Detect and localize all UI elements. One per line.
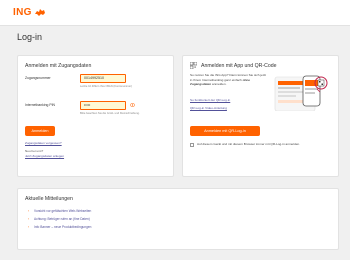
lion-icon — [34, 9, 45, 16]
phone-qr-illustration — [274, 75, 328, 111]
news-item[interactable]: Achtung: Betrüger rufen an (fine Daten) — [34, 217, 90, 221]
qr-how-it-works-link[interactable]: So funktioniert der QR-Log-in — [190, 98, 230, 102]
logo-text: ING — [13, 7, 32, 18]
new-customer-label: Neu bei uns? — [25, 149, 44, 153]
forgot-credentials-link[interactable]: Zugangsdaten vergessen? — [25, 141, 62, 145]
qr-login-card: Anmelden mit App und QR-Code So nutzen S… — [182, 55, 339, 177]
pin-input[interactable]: ••••• — [80, 101, 126, 110]
qr-description-part-1: So nutzen Sie die ING App? Dann können S… — [190, 73, 267, 82]
arrow-right-icon: › — [28, 225, 30, 229]
account-input[interactable]: 0014992510 — [80, 74, 126, 83]
login-button[interactable]: Anmelden — [25, 126, 55, 136]
qr-description: So nutzen Sie die ING App? Dann können S… — [190, 73, 266, 87]
news-card-title: Aktuelle Mitteilungen — [25, 196, 73, 202]
news-item[interactable]: Info Banner – neue Produktbedingungen — [34, 225, 91, 229]
show-pin-icon[interactable] — [130, 103, 135, 107]
qr-description-part-2: anmelden. — [211, 82, 227, 87]
arrow-right-icon: › — [28, 209, 30, 213]
arrow-right-icon: › — [28, 217, 30, 221]
pin-hint: Bitte beachten Sie die Groß- und Kleinsc… — [80, 112, 140, 115]
pin-label: Internetbanking PIN — [25, 103, 55, 107]
remember-qr-checkbox[interactable] — [190, 143, 194, 147]
create-credentials-link[interactable]: Jetzt Zugangsdaten anlegen — [25, 154, 64, 158]
qr-code-icon — [190, 62, 197, 69]
remember-qr-label: Auf diesem Gerät und mit diesem Browser … — [197, 142, 300, 146]
login-card: Anmelden mit Zugangsdaten Zugangsnummer … — [17, 55, 174, 177]
ing-logo[interactable]: ING — [13, 7, 46, 18]
qr-login-button[interactable]: Anmelden mit QR-Log-in — [190, 126, 260, 136]
account-label: Zugangsnummer — [25, 76, 51, 80]
news-card: Aktuelle Mitteilungen › Vorsicht vor gef… — [17, 188, 339, 250]
login-card-title: Anmelden mit Zugangsdaten — [25, 63, 92, 69]
page-title: Log-in — [17, 32, 43, 42]
qr-video-link[interactable]: QR-Log-in Video-Anleitung — [190, 106, 227, 110]
top-bar: ING — [0, 0, 350, 26]
account-hint: Letzte 10 Ziffern Ihrer IBAN (Kontonumme… — [80, 85, 133, 88]
news-item[interactable]: Vorsicht vor gefälschten Web-Webseiten — [34, 209, 91, 213]
qr-card-title: Anmelden mit App und QR-Code — [201, 63, 277, 69]
